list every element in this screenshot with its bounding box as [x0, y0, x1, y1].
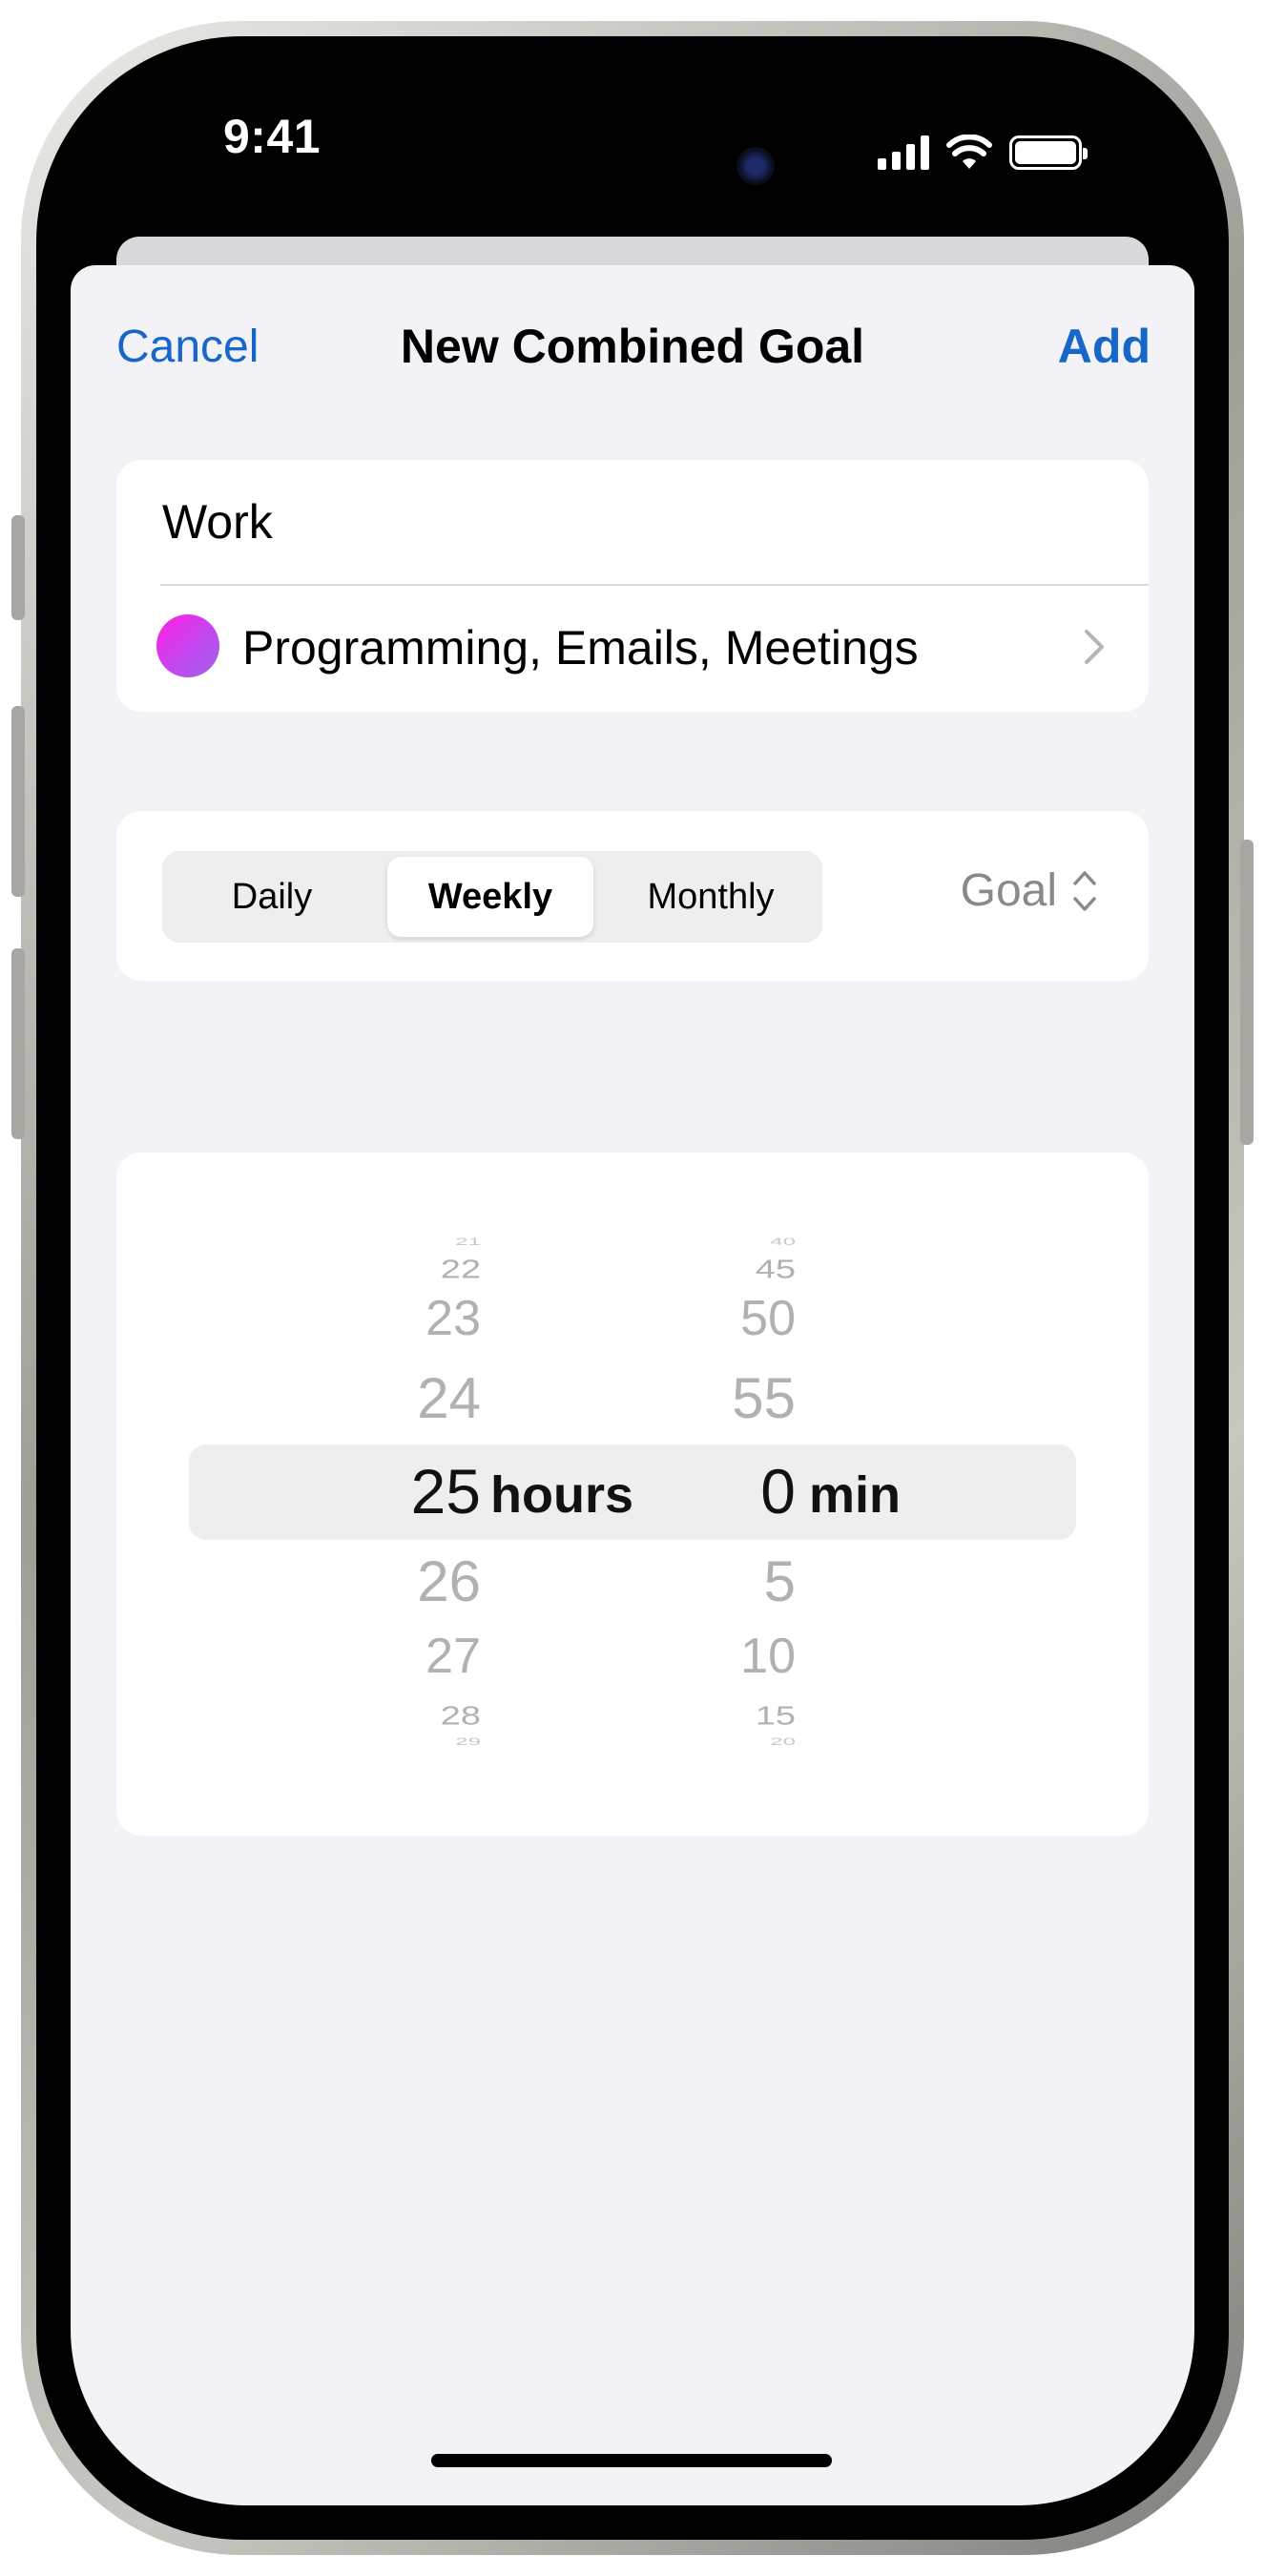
minutes-unit-label: min — [809, 1466, 902, 1524]
minutes-selected-value[interactable]: 0 — [760, 1460, 796, 1523]
wifi-icon — [946, 135, 992, 169]
hours-option[interactable]: 24 — [417, 1370, 481, 1427]
segment-daily[interactable]: Daily — [162, 851, 382, 943]
new-goal-sheet: Cancel New Combined Goal Add Work Progra… — [71, 265, 1194, 2505]
battery-icon — [1009, 135, 1088, 170]
segment-monthly[interactable]: Monthly — [599, 851, 822, 943]
category-color-dot — [156, 614, 219, 677]
status-time: 9:41 — [223, 110, 321, 163]
volume-up-button — [11, 706, 25, 897]
time-picker-card: 21 22 23 24 25 hours 26 27 28 29 40 45 5… — [116, 1153, 1149, 1836]
hours-option[interactable]: 27 — [425, 1631, 481, 1681]
goal-name-field[interactable]: Work — [162, 494, 273, 550]
hours-option[interactable]: 28 — [441, 1703, 481, 1729]
minutes-option[interactable]: 40 — [770, 1236, 796, 1248]
cellular-signal-icon — [878, 135, 929, 170]
minutes-option[interactable]: 5 — [764, 1553, 796, 1610]
divider — [160, 584, 1149, 586]
hours-option[interactable]: 26 — [417, 1553, 481, 1610]
chevron-right-icon[interactable] — [1082, 628, 1107, 666]
minutes-option[interactable]: 10 — [740, 1631, 796, 1681]
action-button — [11, 515, 25, 620]
minutes-option[interactable]: 55 — [732, 1370, 796, 1427]
period-segmented-control: Daily Weekly Monthly — [162, 851, 822, 943]
minutes-option[interactable]: 50 — [740, 1294, 796, 1343]
status-icons — [878, 132, 1088, 174]
home-indicator[interactable] — [431, 2454, 832, 2467]
goal-details-card: Work Programming, Emails, Meetings — [116, 460, 1149, 712]
minutes-option[interactable]: 20 — [770, 1736, 796, 1748]
goal-type-menu[interactable]: Goal — [961, 864, 1099, 917]
minutes-option[interactable]: 45 — [756, 1257, 796, 1282]
hours-unit-label: hours — [490, 1466, 634, 1524]
sheet-title: New Combined Goal — [400, 320, 865, 373]
goal-type-label: Goal — [960, 865, 1057, 916]
hours-option[interactable]: 22 — [441, 1257, 481, 1282]
screen: 9:41 Cancel New Combined Goal Add Work P… — [71, 71, 1194, 2505]
hours-selected-value[interactable]: 25 — [411, 1460, 481, 1523]
power-button — [1240, 840, 1254, 1145]
apps-selection-label[interactable]: Programming, Emails, Meetings — [242, 620, 919, 675]
goal-period-card: Daily Weekly Monthly Goal — [116, 811, 1149, 981]
volume-down-button — [11, 948, 25, 1139]
segment-weekly[interactable]: Weekly — [387, 857, 593, 937]
minutes-option[interactable]: 15 — [756, 1703, 796, 1729]
front-camera-icon — [736, 147, 775, 185]
hours-option[interactable]: 29 — [455, 1736, 481, 1748]
chevron-up-down-icon — [1073, 870, 1096, 911]
hours-option[interactable]: 23 — [425, 1294, 481, 1343]
add-button[interactable]: Add — [1058, 319, 1151, 374]
hours-option[interactable]: 21 — [455, 1236, 481, 1248]
